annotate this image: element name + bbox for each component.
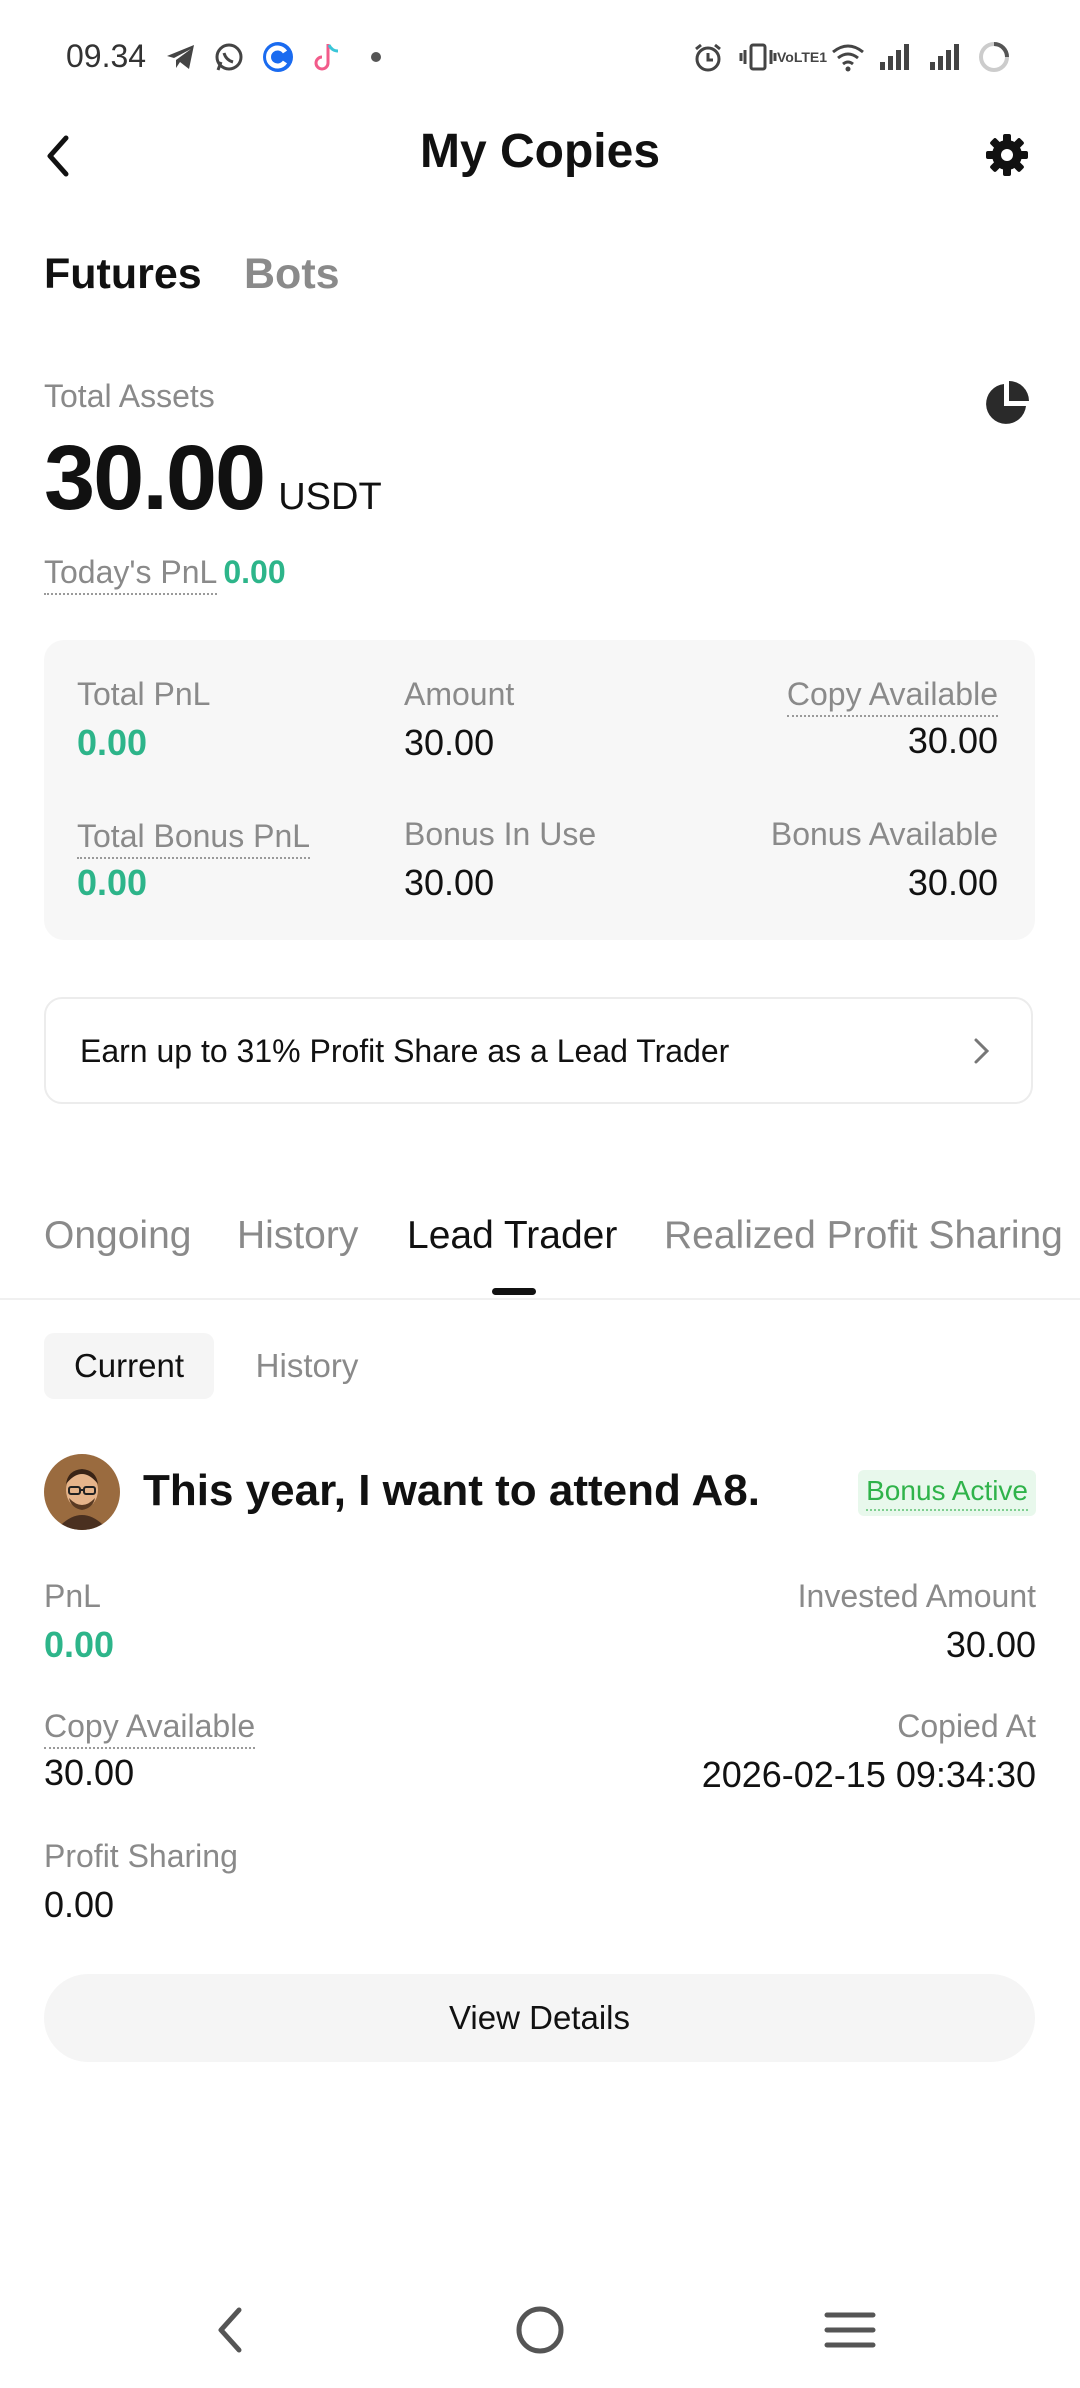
profit-sharing-value: 0.00 <box>44 1884 115 1925</box>
alarm-icon <box>690 40 726 74</box>
copied-at-label: Copied At <box>897 1708 1036 1744</box>
volte-text: VoLTE1 <box>776 49 828 65</box>
total-assets-value: 30.00 <box>44 427 266 529</box>
bonus-in-use-value: 30.00 <box>404 862 495 903</box>
volte-icon: VoLTE1 <box>777 40 827 74</box>
nav-home-icon <box>516 2306 564 2354</box>
page-title: My Copies <box>419 125 661 178</box>
tab-history[interactable]: History <box>237 1214 358 1258</box>
avatar[interactable] <box>44 1454 120 1530</box>
status-time: 09.34 <box>66 38 147 74</box>
subtab-history[interactable]: History <box>238 1333 376 1399</box>
nav-back-button[interactable] <box>200 2300 260 2360</box>
pie-chart-icon <box>986 381 1029 424</box>
total-assets-label: Total Assets <box>44 378 215 414</box>
nav-menu-button[interactable] <box>820 2300 880 2360</box>
bonus-active-badge: Bonus Active <box>858 1470 1036 1516</box>
signal-icon <box>876 40 912 74</box>
tiktok-icon <box>310 40 344 74</box>
total-pnl-label: Total PnL <box>77 676 211 712</box>
chevron-right-icon <box>974 1038 990 1064</box>
tab-futures[interactable]: Futures <box>44 250 202 299</box>
profit-sharing-label: Profit Sharing <box>44 1838 238 1874</box>
whatsapp-icon <box>212 40 246 74</box>
total-bonus-pnl-value: 0.00 <box>77 862 148 903</box>
tabs-divider <box>0 1298 1080 1300</box>
tab-ongoing[interactable]: Ongoing <box>44 1214 191 1258</box>
app-c-icon <box>260 40 296 74</box>
telegram-icon <box>164 40 198 74</box>
signal-icon <box>926 40 962 74</box>
invested-amount-value: 30.00 <box>945 1624 1036 1665</box>
copy-available-value: 30.00 <box>907 720 998 761</box>
tab-realized-profit-sharing[interactable]: Realized Profit Sharing <box>664 1214 1063 1258</box>
copy-available-label[interactable]: Copy Available <box>786 676 998 717</box>
bonus-in-use-label: Bonus In Use <box>404 816 597 852</box>
active-tab-indicator <box>492 1288 536 1295</box>
tab-realized-profit-sharing-clip: Realized Profit Sharing <box>664 1200 1080 1270</box>
dot-icon <box>366 40 386 74</box>
total-assets-unit: USDT <box>278 476 382 518</box>
battery-ring-icon <box>976 40 1012 74</box>
todays-pnl: Today's PnL 0.00 <box>44 554 286 595</box>
tab-bots[interactable]: Bots <box>244 250 340 299</box>
invested-amount-label: Invested Amount <box>797 1578 1036 1614</box>
bonus-available-value: 30.00 <box>907 862 998 903</box>
trader-copy-available-label[interactable]: Copy Available <box>44 1708 256 1749</box>
pnl-value: 0.00 <box>44 1624 115 1665</box>
amount-label: Amount <box>404 676 515 712</box>
copied-at-value: 2026-02-15 09:34:30 <box>701 1754 1036 1795</box>
trader-name[interactable]: This year, I want to attend A8. <box>143 1466 760 1516</box>
todays-pnl-label[interactable]: Today's PnL <box>44 554 218 595</box>
nav-menu-icon <box>824 2312 876 2348</box>
pnl-label: PnL <box>44 1578 101 1614</box>
bonus-available-label: Bonus Available <box>770 816 998 852</box>
total-pnl-value: 0.00 <box>77 722 148 763</box>
nav-back-icon <box>218 2307 242 2353</box>
view-details-button[interactable]: View Details <box>44 1974 1035 2062</box>
todays-pnl-value: 0.00 <box>223 554 286 590</box>
pie-chart-button[interactable] <box>982 378 1032 428</box>
trader-copy-available-value: 30.00 <box>44 1752 135 1793</box>
tab-lead-trader[interactable]: Lead Trader <box>407 1214 617 1258</box>
bonus-active-text: Bonus Active <box>866 1475 1028 1511</box>
banner-text: Earn up to 31% Profit Share as a Lead Tr… <box>80 1033 730 1069</box>
avatar-image <box>44 1454 120 1530</box>
lead-trader-banner[interactable]: Earn up to 31% Profit Share as a Lead Tr… <box>44 997 1033 1104</box>
subtab-current[interactable]: Current <box>44 1333 214 1399</box>
gear-icon <box>986 134 1028 176</box>
vibrate-icon <box>738 40 778 74</box>
amount-value: 30.00 <box>404 722 495 763</box>
wifi-icon <box>828 40 868 74</box>
nav-home-button[interactable] <box>510 2300 570 2360</box>
total-bonus-pnl-label[interactable]: Total Bonus PnL <box>77 818 311 859</box>
settings-button[interactable] <box>982 130 1032 180</box>
total-assets: 30.00 USDT <box>44 426 382 531</box>
